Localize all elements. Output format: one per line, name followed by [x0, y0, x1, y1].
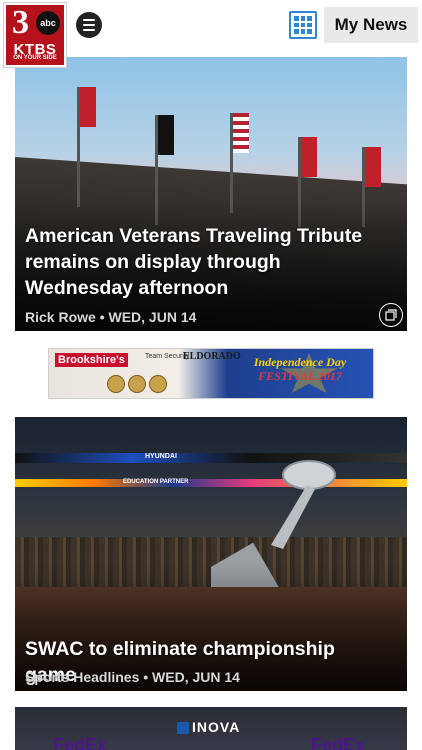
app-header: 3 abc KTBS ON YOUR SIDE My News [0, 0, 422, 67]
story-headline[interactable]: American Veterans Traveling Tribute rema… [25, 223, 387, 301]
fedex-logo-left: FedEx [53, 735, 108, 750]
hamburger-menu-icon[interactable] [76, 12, 102, 38]
story-card-swac[interactable]: HYUNDAI EDUCATION PARTNER SWAC to elimin… [15, 417, 407, 691]
grid-view-icon[interactable] [289, 11, 317, 39]
banner-label: EDUCATION PARTNER [123, 479, 189, 485]
story-card-veterans[interactable]: American Veterans Traveling Tribute rema… [15, 57, 407, 331]
scoreboard-label: HYUNDAI [145, 453, 177, 460]
ktbs-logo[interactable]: 3 abc KTBS ON YOUR SIDE [4, 3, 66, 67]
ad-event-title: Independence Day FESTIVAL 2017 [253, 355, 347, 383]
ad-sponsor-seals [107, 375, 167, 393]
logo-number: 3 [12, 4, 29, 41]
story-card-partial[interactable]: FedEx INOVA FedEx [15, 707, 407, 750]
abc-logo-icon: abc [36, 11, 60, 35]
inova-logo: INOVA [177, 719, 240, 735]
story-byline: Rick Rowe • WED, JUN 14 [25, 309, 197, 325]
advertisement-banner[interactable]: Brookshire's Team Security ELDORADO Inde… [48, 348, 374, 399]
my-news-button[interactable]: My News [324, 7, 418, 43]
ad-brand-label: Brookshire's [55, 353, 128, 367]
photo-gallery-icon[interactable] [379, 303, 403, 327]
logo-tagline: ON YOUR SIDE [13, 55, 57, 61]
ad-partner2-label: ELDORADO [183, 351, 241, 362]
story-byline: Sports Headlines • WED, JUN 14 [25, 669, 240, 685]
fedex-logo-right: FedEx [311, 735, 366, 750]
